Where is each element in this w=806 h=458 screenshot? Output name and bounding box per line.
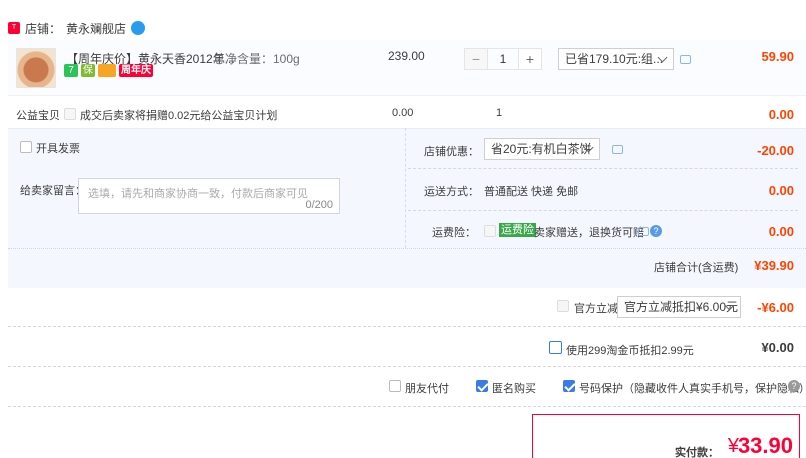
shop-total-amount: ¥39.90	[754, 258, 794, 273]
shop-discount-label: 店铺优惠：	[424, 146, 479, 158]
shop-header: T 店铺： 黄永斓舰店	[8, 18, 146, 38]
shop-discount-select[interactable]: 省20元:有机白茶饼	[484, 138, 600, 160]
official-discount-label: 官方立减	[574, 303, 618, 315]
quantity-input[interactable]: 1	[488, 48, 518, 70]
panel-divider	[405, 128, 406, 248]
discount-info-icon[interactable]	[612, 145, 623, 154]
anniversary-badge: 周年庆	[119, 64, 153, 77]
message-placeholder: 选填，请先和商家协商一致，付款后商家可见	[88, 188, 308, 200]
decrease-button[interactable]: −	[464, 48, 488, 70]
item-discount-select[interactable]: 已省179.10元:组...	[558, 48, 674, 70]
item-subtotal: 59.90	[761, 49, 794, 64]
item-spec: 总净含量：100g	[213, 52, 300, 66]
card-icon	[98, 64, 116, 77]
divider	[8, 366, 806, 367]
shop-discount-amount: -20.00	[757, 143, 794, 158]
gongyi-checkbox	[64, 108, 76, 120]
official-discount-select[interactable]: 官方立减抵扣¥6.00元	[617, 296, 741, 318]
anonymous-checkbox[interactable]	[476, 380, 488, 392]
invoice-label: 开具发票	[36, 143, 80, 155]
divider	[408, 210, 798, 211]
shop-name-link[interactable]: 黄永斓舰店	[66, 20, 126, 37]
gongyi-price: 0.00	[392, 107, 414, 119]
payment-summary: 实付款： ¥ 33.90	[532, 414, 800, 458]
number-protect-checkbox[interactable]	[563, 380, 575, 392]
invoice-checkbox[interactable]	[20, 141, 32, 153]
divider	[8, 406, 806, 407]
shop-total-label: 店铺合计(含运费)	[654, 262, 739, 274]
seven-day-return-icon: 7	[64, 64, 78, 77]
shop-label: 店铺：	[25, 21, 62, 36]
help-icon[interactable]: ?	[650, 225, 662, 237]
gongyi-label: 公益宝贝	[16, 110, 60, 122]
unit-price: 239.00	[388, 49, 425, 63]
help-icon[interactable]: ?	[788, 380, 800, 392]
message-label: 给卖家留言：	[20, 185, 86, 197]
item-thumbnail[interactable]	[16, 48, 56, 88]
anonymous-label: 匿名购买	[492, 383, 536, 395]
friend-pay-checkbox[interactable]	[389, 380, 401, 392]
payment-amount: 33.90	[737, 433, 793, 458]
freight-message-icon[interactable]	[638, 227, 649, 236]
message-counter: 0/200	[305, 199, 333, 211]
friend-pay-label: 朋友代付	[405, 383, 449, 395]
gongyi-qty: 1	[496, 107, 503, 119]
taojinbi-checkbox[interactable]	[549, 341, 562, 354]
taojinbi-amount: ¥0.00	[761, 340, 794, 355]
seller-message-textarea[interactable]: 选填，请先和商家协商一致，付款后商家可见 0/200	[78, 178, 340, 214]
item-badges: 7 保 周年庆	[64, 64, 153, 77]
official-discount-checkbox	[557, 300, 569, 312]
delivery-value: 普通配送 快递 免邮	[484, 186, 579, 198]
freight-insurance-text: 卖家赠送，退换货可赔	[534, 227, 644, 239]
gongyi-text: 成交后卖家将捐赠0.02元给公益宝贝计划	[80, 110, 278, 122]
freight-insurance-checkbox	[484, 225, 496, 237]
gongyi-subtotal: 0.00	[768, 107, 794, 122]
delivery-label: 运送方式：	[424, 186, 479, 198]
tmall-shop-icon: T	[8, 22, 20, 34]
increase-button[interactable]: +	[518, 48, 542, 70]
delivery-amount: 0.00	[768, 183, 794, 198]
wangwang-chat-icon[interactable]	[131, 21, 146, 35]
guarantee-icon: 保	[81, 64, 95, 77]
divider	[408, 168, 798, 169]
payment-label: 实付款：	[675, 447, 719, 458]
quantity-stepper: − 1 +	[464, 48, 542, 70]
official-discount-amount: -¥6.00	[757, 300, 794, 315]
number-protect-label: 号码保护（隐藏收件人真实手机号，保护隐私）	[579, 383, 806, 395]
freight-insurance-amount: 0.00	[768, 224, 794, 239]
freight-insurance-label: 运费险：	[432, 227, 476, 239]
divider	[8, 326, 806, 327]
freight-insurance-tag: 运费险	[499, 223, 536, 237]
taojinbi-label: 使用299淘金币抵扣2.99元	[566, 345, 694, 357]
message-icon[interactable]	[680, 55, 691, 64]
